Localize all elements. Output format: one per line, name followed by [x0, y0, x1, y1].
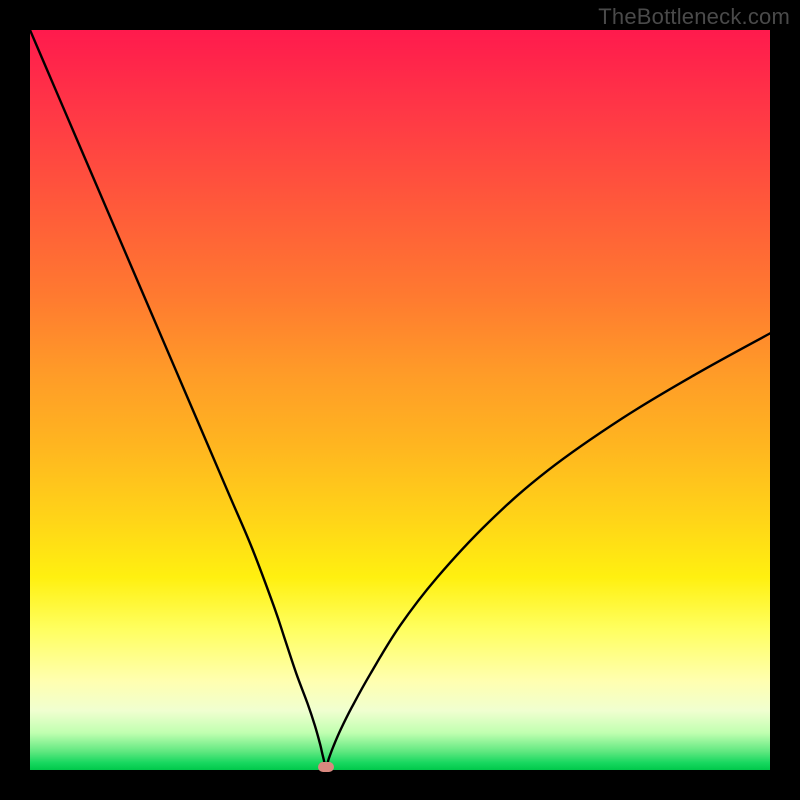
- plot-area: [30, 30, 770, 770]
- watermark-text: TheBottleneck.com: [598, 4, 790, 30]
- chart-frame: TheBottleneck.com: [0, 0, 800, 800]
- min-marker-dot: [318, 762, 334, 772]
- bottleneck-curve: [30, 30, 770, 770]
